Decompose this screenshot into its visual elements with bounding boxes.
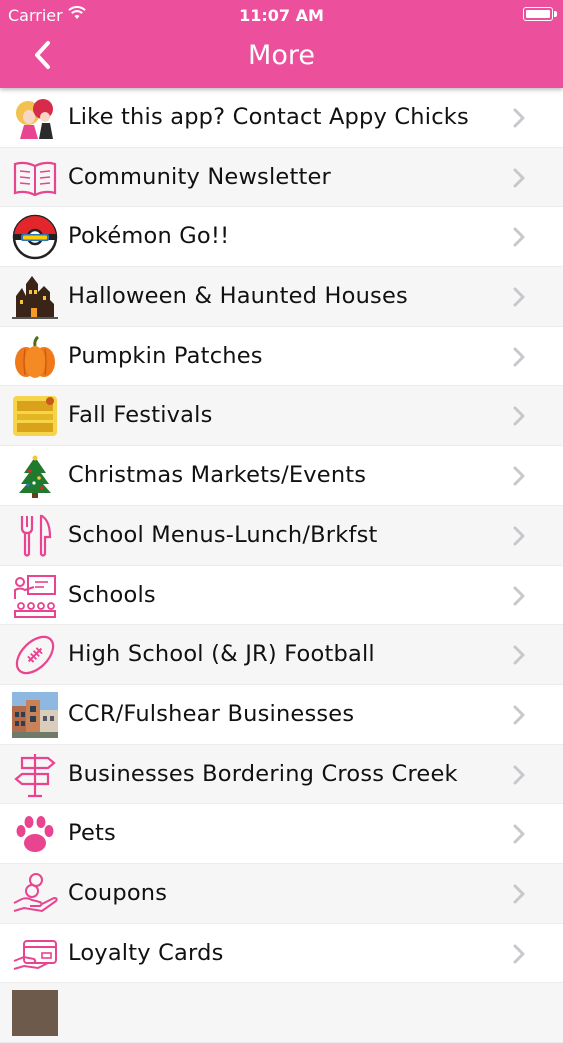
status-bar: Carrier 11:07 AM	[0, 0, 563, 30]
football-icon	[12, 632, 58, 678]
menu-item-label: Businesses Bordering Cross Creek	[68, 760, 458, 787]
menu-item-label: Community Newsletter	[68, 163, 332, 190]
menu-item-contact-appy-chicks[interactable]: Like this app? Contact Appy Chicks	[0, 88, 563, 148]
chevron-right-icon	[513, 287, 525, 307]
coin-hand-icon	[12, 871, 58, 917]
status-time: 11:07 AM	[239, 6, 324, 25]
menu-item-pokemon-go[interactable]: Pokémon Go!!	[0, 207, 563, 268]
menu-item-school-menus[interactable]: School Menus-Lunch/Brkfst	[0, 505, 563, 566]
menu-item-label: Schools	[68, 581, 156, 608]
chevron-right-icon	[513, 108, 525, 128]
chevron-right-icon	[513, 406, 525, 426]
loyalty-card-icon	[12, 931, 58, 977]
menu-item-ccr-fulshear-businesses[interactable]: CCR/Fulshear Businesses	[0, 685, 563, 745]
menu-item-halloween[interactable]: Halloween & Haunted Houses	[0, 267, 563, 327]
menu-list: Like this app? Contact Appy Chicks Commu…	[0, 88, 563, 1043]
building-photo-icon	[12, 691, 58, 738]
chevron-right-icon	[513, 824, 525, 844]
haunted-house-icon	[12, 274, 58, 320]
menu-item-businesses-bordering-cross-creek[interactable]: Businesses Bordering Cross Creek	[0, 744, 563, 805]
chevron-right-icon	[513, 884, 525, 904]
navigation-bar: Carrier 11:07 AM More	[0, 0, 563, 88]
chevron-right-icon	[513, 466, 525, 486]
menu-item-coupons[interactable]: Coupons	[0, 863, 563, 924]
menu-item-football[interactable]: High School (& JR) Football	[0, 625, 563, 685]
menu-item-pets[interactable]: Pets	[0, 804, 563, 864]
chevron-right-icon	[513, 705, 525, 725]
signpost-icon	[12, 752, 58, 798]
menu-item-pumpkin-patches[interactable]: Pumpkin Patches	[0, 327, 563, 387]
classroom-icon	[12, 573, 58, 619]
christmas-tree-icon	[12, 453, 58, 499]
chevron-right-icon	[513, 227, 525, 247]
menu-item-label: Pets	[68, 820, 116, 847]
appy-chicks-logo-icon	[12, 95, 58, 141]
menu-item-label: Pumpkin Patches	[68, 342, 263, 369]
menu-item-label: CCR/Fulshear Businesses	[68, 700, 355, 727]
chevron-right-icon	[513, 645, 525, 665]
menu-item-label: Christmas Markets/Events	[68, 462, 367, 489]
fork-knife-icon	[12, 513, 58, 559]
chevron-right-icon	[513, 586, 525, 605]
fall-festival-logo-icon	[12, 393, 58, 439]
thumbnail-icon	[12, 990, 58, 1037]
menu-item-label: Fall Festivals	[68, 402, 213, 429]
menu-item-fall-festivals[interactable]: Fall Festivals	[0, 386, 563, 447]
menu-item-label: High School (& JR) Football	[68, 641, 375, 668]
pokeball-icon	[12, 214, 58, 260]
menu-item-label: Halloween & Haunted Houses	[68, 283, 408, 310]
menu-item-label: School Menus-Lunch/Brkfst	[68, 521, 378, 548]
chevron-right-icon	[513, 944, 525, 964]
menu-item-christmas-markets[interactable]: Christmas Markets/Events	[0, 446, 563, 506]
chevron-right-icon	[513, 526, 525, 546]
menu-item-label: Coupons	[68, 879, 168, 906]
menu-item-schools[interactable]: Schools	[0, 566, 563, 626]
menu-item-partial[interactable]	[0, 983, 563, 1043]
menu-item-community-newsletter[interactable]: Community Newsletter	[0, 147, 563, 208]
open-book-icon	[12, 155, 58, 201]
menu-item-label: Pokémon Go!!	[68, 223, 230, 250]
menu-item-label: Like this app? Contact Appy Chicks	[68, 104, 469, 130]
chevron-right-icon	[513, 347, 525, 367]
menu-item-loyalty-cards[interactable]: Loyalty Cards	[0, 924, 563, 984]
pumpkin-icon	[12, 334, 58, 380]
chevron-right-icon	[513, 765, 525, 785]
paw-icon	[12, 811, 58, 857]
battery-icon	[523, 7, 557, 21]
page-title: More	[248, 40, 315, 71]
menu-item-label: Loyalty Cards	[68, 939, 224, 966]
chevron-right-icon	[513, 168, 525, 188]
